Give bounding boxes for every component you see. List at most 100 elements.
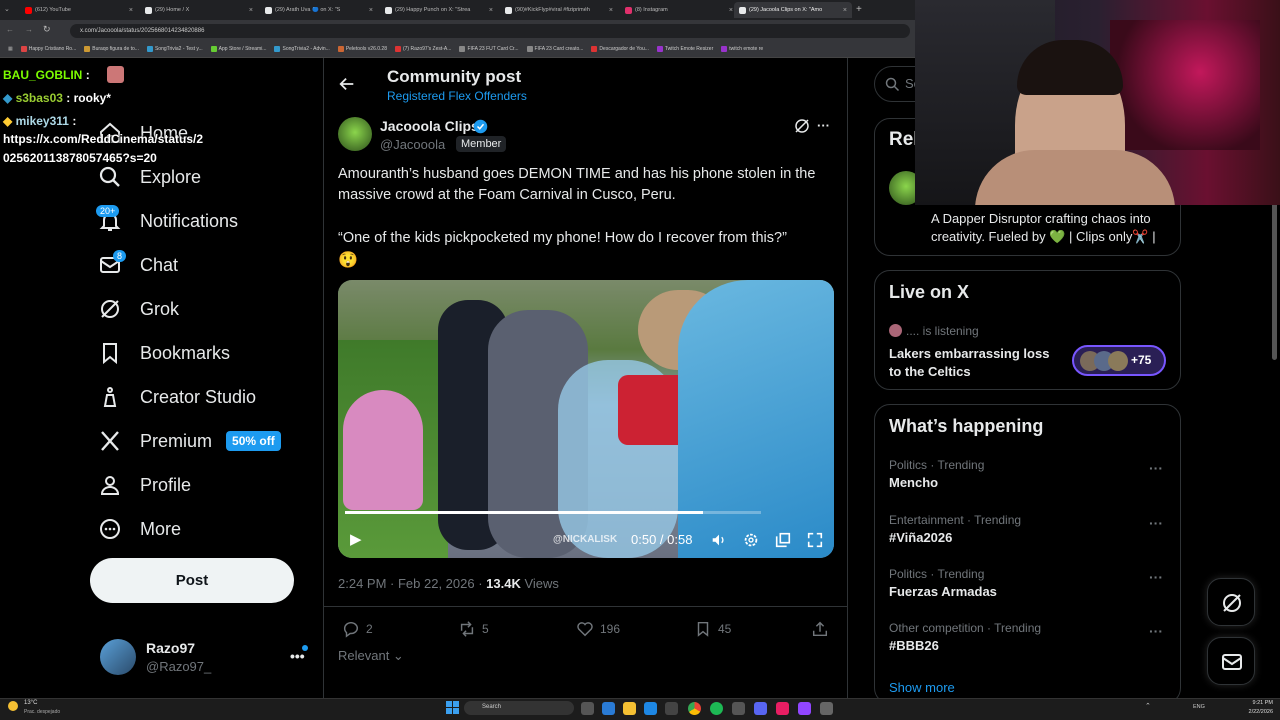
obs-icon[interactable]	[820, 702, 833, 715]
sidebar-item-premium[interactable]: Premium 50% off	[98, 423, 281, 459]
live-listeners-pill[interactable]: +75	[1072, 345, 1166, 376]
taskbar-search[interactable]: Search	[464, 701, 574, 715]
trend-menu-icon[interactable]: ···	[1149, 623, 1163, 639]
bookmark-item[interactable]: Twitch Emote Resizer	[656, 46, 713, 52]
sidebar-item-chat[interactable]: Chat	[98, 247, 178, 283]
back-icon[interactable]: ←	[6, 25, 14, 34]
weather-icon[interactable]	[8, 701, 18, 711]
bookmark-item[interactable]: Peletools v26.0.28	[337, 46, 387, 52]
live-topic[interactable]: Lakers embarrassing loss to the Celtics	[889, 345, 1064, 381]
trend-menu-icon[interactable]: ···	[1149, 569, 1163, 585]
clock-time[interactable]: 9:21 PM	[1243, 700, 1273, 706]
sidebar-item-creator-studio[interactable]: Creator Studio	[98, 379, 256, 415]
close-icon[interactable]: ×	[129, 7, 133, 14]
browser-tab[interactable]: (8) Instagram ×	[620, 2, 738, 18]
browser-tab-active[interactable]: (29) Jacoola Clips on X: "Amo ×	[734, 2, 852, 18]
close-icon[interactable]: ×	[369, 7, 373, 14]
app-icon[interactable]	[732, 702, 745, 715]
post-timestamp[interactable]: 2:24 PM · Feb 22, 2026 ·	[338, 576, 486, 591]
new-tab-icon[interactable]: +	[856, 4, 862, 15]
author-avatar[interactable]	[338, 117, 372, 151]
clock-date[interactable]: 2/22/2026	[1238, 709, 1273, 715]
bookmark-item[interactable]: Descargador de You...	[591, 46, 649, 52]
video-player[interactable]: ▶ @NICKALISK 0:50 / 0:58	[338, 280, 834, 558]
close-icon[interactable]: ×	[729, 7, 733, 14]
grok-icon[interactable]	[793, 117, 811, 135]
browser-tab[interactable]: (90)#KickFlyp#viral #fizipriméh ×	[500, 2, 618, 18]
trend-item[interactable]: Other competition · Trending #BBB26 ···	[889, 621, 1169, 653]
windows-start-icon[interactable]	[446, 701, 459, 714]
show-more-link[interactable]: Show more	[889, 680, 955, 695]
member-badge: Member	[456, 136, 507, 152]
address-bar[interactable]: x.com/Jacooola/status/202566801423482088…	[70, 24, 910, 38]
bookmark-item[interactable]: FIFA 23 Card creato...	[526, 46, 583, 52]
bookmark-item[interactable]: Buraqo figura de to...	[84, 46, 139, 52]
discord-icon[interactable]	[754, 702, 767, 715]
task-view-icon[interactable]	[581, 702, 594, 715]
bookmark-item[interactable]: Happy Cristiano Ro...	[20, 46, 76, 52]
forward-icon[interactable]: →	[25, 25, 33, 34]
tab-list-chevron-icon[interactable]: ⌄	[4, 5, 10, 13]
twitch-icon[interactable]	[798, 702, 811, 715]
edge-icon[interactable]	[602, 702, 615, 715]
post-button[interactable]: Post	[90, 558, 294, 603]
close-icon[interactable]: ×	[249, 7, 253, 14]
app-icon[interactable]	[776, 702, 789, 715]
sidebar-item-notifications[interactable]: Notifications	[98, 203, 238, 239]
bookmark-item[interactable]: SongTrivia2 - Advin...	[274, 46, 330, 52]
trend-item[interactable]: Politics · Trending Mencho ···	[889, 458, 1169, 490]
browser-tab[interactable]: (29) Arath Uva 🔵 on X: "S ×	[260, 2, 378, 18]
avatar[interactable]	[100, 639, 136, 675]
sidebar-item-grok[interactable]: Grok	[98, 291, 179, 327]
settings-gear-icon[interactable]	[742, 531, 760, 549]
share-icon[interactable]	[811, 620, 829, 638]
volume-icon[interactable]	[710, 531, 728, 549]
grok-floating-button[interactable]	[1207, 578, 1255, 626]
video-progress-track[interactable]	[345, 511, 761, 514]
tray-chevron-icon[interactable]: ⌃	[1145, 702, 1151, 710]
bookmark-item[interactable]: FIFA 23 FUT Card Cr...	[459, 46, 519, 52]
reply-button[interactable]: 2	[342, 620, 373, 638]
store-icon[interactable]	[644, 702, 657, 715]
chrome-icon[interactable]	[688, 702, 701, 715]
browser-tab[interactable]: (29) Happy Punch on X: "Strea ×	[380, 2, 498, 18]
author-handle[interactable]: @Jacooola	[380, 137, 445, 152]
instagram-icon	[625, 6, 632, 14]
file-explorer-icon[interactable]	[623, 702, 636, 715]
author-name[interactable]: Jacooola Clips	[380, 118, 479, 134]
browser-tab[interactable]: (29) Home / X ×	[140, 2, 258, 18]
repost-button[interactable]: 5	[458, 620, 489, 638]
close-icon[interactable]: ×	[609, 7, 613, 14]
trend-menu-icon[interactable]: ···	[1149, 515, 1163, 531]
post-menu-icon[interactable]: ···	[817, 118, 830, 133]
spotify-icon[interactable]	[710, 702, 723, 715]
sidebar-item-profile[interactable]: Profile	[98, 467, 191, 503]
trend-item[interactable]: Entertainment · Trending #Viña2026 ···	[889, 513, 1169, 545]
video-progress-fill	[345, 511, 703, 514]
bookmark-item[interactable]: App Store / Streami...	[210, 46, 266, 52]
close-icon[interactable]: ×	[489, 7, 493, 14]
pip-icon[interactable]	[774, 531, 792, 549]
community-link[interactable]: Registered Flex Offenders	[387, 89, 527, 103]
language-indicator[interactable]: ENG	[1193, 704, 1205, 710]
sidebar-item-more[interactable]: More	[98, 511, 181, 547]
bookmark-item[interactable]: (7) Razo97's Zest-A...	[394, 46, 451, 52]
reload-icon[interactable]: ↻	[43, 24, 51, 35]
bookmark-item[interactable]: SongTrivia2 - Test y...	[146, 46, 203, 52]
fullscreen-icon[interactable]	[806, 531, 824, 549]
bookmark-item[interactable]: twitch emote re	[721, 46, 763, 52]
scrollbar[interactable]	[1272, 200, 1277, 360]
play-icon[interactable]: ▶	[350, 530, 362, 548]
back-arrow-icon[interactable]	[338, 75, 356, 93]
bookmark-button[interactable]: 45	[694, 620, 731, 638]
sidebar-item-bookmarks[interactable]: Bookmarks	[98, 335, 230, 371]
like-button[interactable]: 196	[576, 620, 620, 638]
trend-menu-icon[interactable]: ···	[1149, 460, 1163, 476]
close-icon[interactable]: ×	[843, 7, 847, 14]
apps-grid-icon[interactable]: ▦	[8, 46, 13, 52]
trend-item[interactable]: Politics · Trending Fuerzas Armadas ···	[889, 567, 1169, 599]
messages-floating-button[interactable]	[1207, 637, 1255, 685]
reply-sort-select[interactable]: Relevant ⌄	[338, 648, 404, 664]
app-icon[interactable]	[665, 702, 678, 715]
browser-tab[interactable]: (612) YouTube ×	[20, 2, 138, 18]
